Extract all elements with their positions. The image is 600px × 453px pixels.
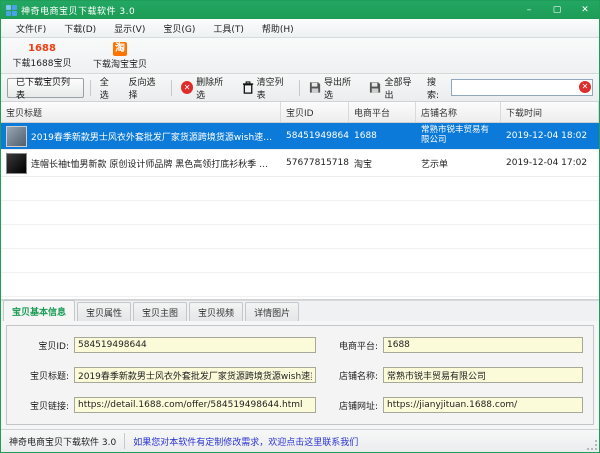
platform-label: 电商平台:	[316, 339, 378, 352]
download-taobao-button[interactable]: 淘 下载淘宝宝贝	[83, 40, 157, 72]
item-id-field[interactable]	[74, 337, 316, 353]
maximize-button[interactable]: ▢	[543, 1, 571, 19]
taobao-logo-icon: 淘	[113, 42, 127, 56]
basic-info-groupbox: 宝贝ID: 宝贝标题: 宝贝链接: 电商平台: 店铺名称: 店铺网址:	[6, 325, 594, 425]
menu-tools[interactable]: 工具(T)	[204, 20, 253, 37]
detail-panel: 宝贝ID: 宝贝标题: 宝贝链接: 电商平台: 店铺名称: 店铺网址:	[1, 321, 599, 429]
titlebar: 神奇电商宝贝下载软件 3.0 – ▢ ✕	[1, 1, 599, 19]
tab-detail-images[interactable]: 详情图片	[245, 302, 299, 321]
menu-download[interactable]: 下载(D)	[55, 20, 105, 37]
menu-file[interactable]: 文件(F)	[7, 20, 55, 37]
window-title: 神奇电商宝贝下载软件 3.0	[21, 4, 135, 17]
list-toolbar: 已下载宝贝列表 全选 反向选择 ✕ 删除所选 清空列表 导出所选	[1, 74, 599, 102]
export-all-button[interactable]: 全部导出	[366, 73, 421, 103]
tab-video[interactable]: 宝贝视频	[189, 302, 243, 321]
empty-row	[1, 249, 599, 273]
save-icon	[309, 81, 321, 94]
menu-help[interactable]: 帮助(H)	[253, 20, 303, 37]
shop-url-field[interactable]	[383, 397, 583, 413]
platform-field[interactable]	[383, 337, 583, 353]
tab-main-images[interactable]: 宝贝主图	[133, 302, 187, 321]
detail-tabstrip: 宝贝基本信息 宝贝属性 宝贝主图 宝贝视频 详情图片	[1, 300, 599, 321]
empty-row	[1, 201, 599, 225]
empty-row	[1, 177, 599, 201]
tab-attributes[interactable]: 宝贝属性	[77, 302, 131, 321]
menu-item[interactable]: 宝贝(G)	[154, 20, 204, 37]
main-toolbar: 1688 下载1688宝贝 淘 下载淘宝宝贝	[1, 38, 599, 74]
search-input[interactable]	[451, 79, 593, 96]
separator	[171, 80, 172, 96]
delete-selected-button[interactable]: ✕ 删除所选	[178, 73, 233, 103]
clear-list-button[interactable]: 清空列表	[239, 73, 294, 103]
search-label: 搜索:	[427, 75, 447, 101]
empty-row	[1, 273, 599, 297]
invert-selection-button[interactable]: 反向选择	[126, 73, 166, 103]
separator	[299, 80, 300, 96]
shop-url-label: 店铺网址:	[316, 399, 378, 412]
minimize-button[interactable]: –	[515, 1, 543, 19]
item-id-label: 宝贝ID:	[11, 339, 69, 352]
close-button[interactable]: ✕	[571, 1, 599, 19]
resize-grip[interactable]	[587, 440, 597, 450]
separator	[124, 433, 125, 449]
tab-basic-info[interactable]: 宝贝基本信息	[3, 300, 75, 321]
col-id[interactable]: 宝贝ID	[281, 102, 349, 122]
item-title-field[interactable]	[74, 367, 316, 383]
product-thumbnail	[6, 153, 27, 174]
menubar: 文件(F) 下载(D) 显示(V) 宝贝(G) 工具(T) 帮助(H)	[1, 19, 599, 38]
table-row[interactable]: 连帽长袖t恤男新款 原创设计师品牌 黑色高领打底衫秋季 暗黑小众 5767781…	[1, 150, 599, 177]
status-app-name: 神奇电商宝贝下载软件 3.0	[9, 435, 116, 448]
save-icon	[369, 81, 381, 94]
app-icon	[6, 5, 17, 16]
downloaded-list-button[interactable]: 已下载宝贝列表	[7, 78, 84, 98]
item-link-label: 宝贝链接:	[11, 399, 69, 412]
clear-search-icon[interactable]: ✕	[579, 81, 591, 93]
download-1688-button[interactable]: 1688 下载1688宝贝	[5, 40, 79, 72]
col-time[interactable]: 下载时间	[501, 102, 599, 122]
app-window: 神奇电商宝贝下载软件 3.0 – ▢ ✕ 文件(F) 下载(D) 显示(V) 宝…	[0, 0, 600, 453]
trash-icon	[242, 81, 254, 95]
item-link-field[interactable]	[74, 397, 316, 413]
export-selected-button[interactable]: 导出所选	[306, 73, 361, 103]
delete-icon: ✕	[181, 81, 193, 94]
col-shop[interactable]: 店铺名称	[416, 102, 501, 122]
contact-us-link[interactable]: 如果您对本软件有定制修改需求，欢迎点击这里联系我们	[133, 435, 358, 448]
empty-row	[1, 225, 599, 249]
separator	[90, 80, 91, 96]
col-platform[interactable]: 电商平台	[349, 102, 416, 122]
select-all-button[interactable]: 全选	[97, 73, 120, 103]
statusbar: 神奇电商宝贝下载软件 3.0 如果您对本软件有定制修改需求，欢迎点击这里联系我们	[1, 429, 599, 452]
col-title[interactable]: 宝贝标题	[1, 102, 281, 122]
item-title-label: 宝贝标题:	[11, 369, 69, 382]
product-thumbnail	[6, 126, 27, 147]
table-header: 宝贝标题 宝贝ID 电商平台 店铺名称 下载时间	[1, 102, 599, 123]
shop-name-label: 店铺名称:	[316, 369, 378, 382]
menu-view[interactable]: 显示(V)	[105, 20, 154, 37]
table-row[interactable]: 2019春季新款男士风衣外套批发厂家货源跨境货源wish速卖通亚 5845194…	[1, 123, 599, 150]
1688-logo-icon: 1688	[28, 43, 56, 55]
downloaded-items-table: 宝贝标题 宝贝ID 电商平台 店铺名称 下载时间 2019春季新款男士风衣外套批…	[1, 102, 599, 300]
shop-name-field[interactable]	[383, 367, 583, 383]
